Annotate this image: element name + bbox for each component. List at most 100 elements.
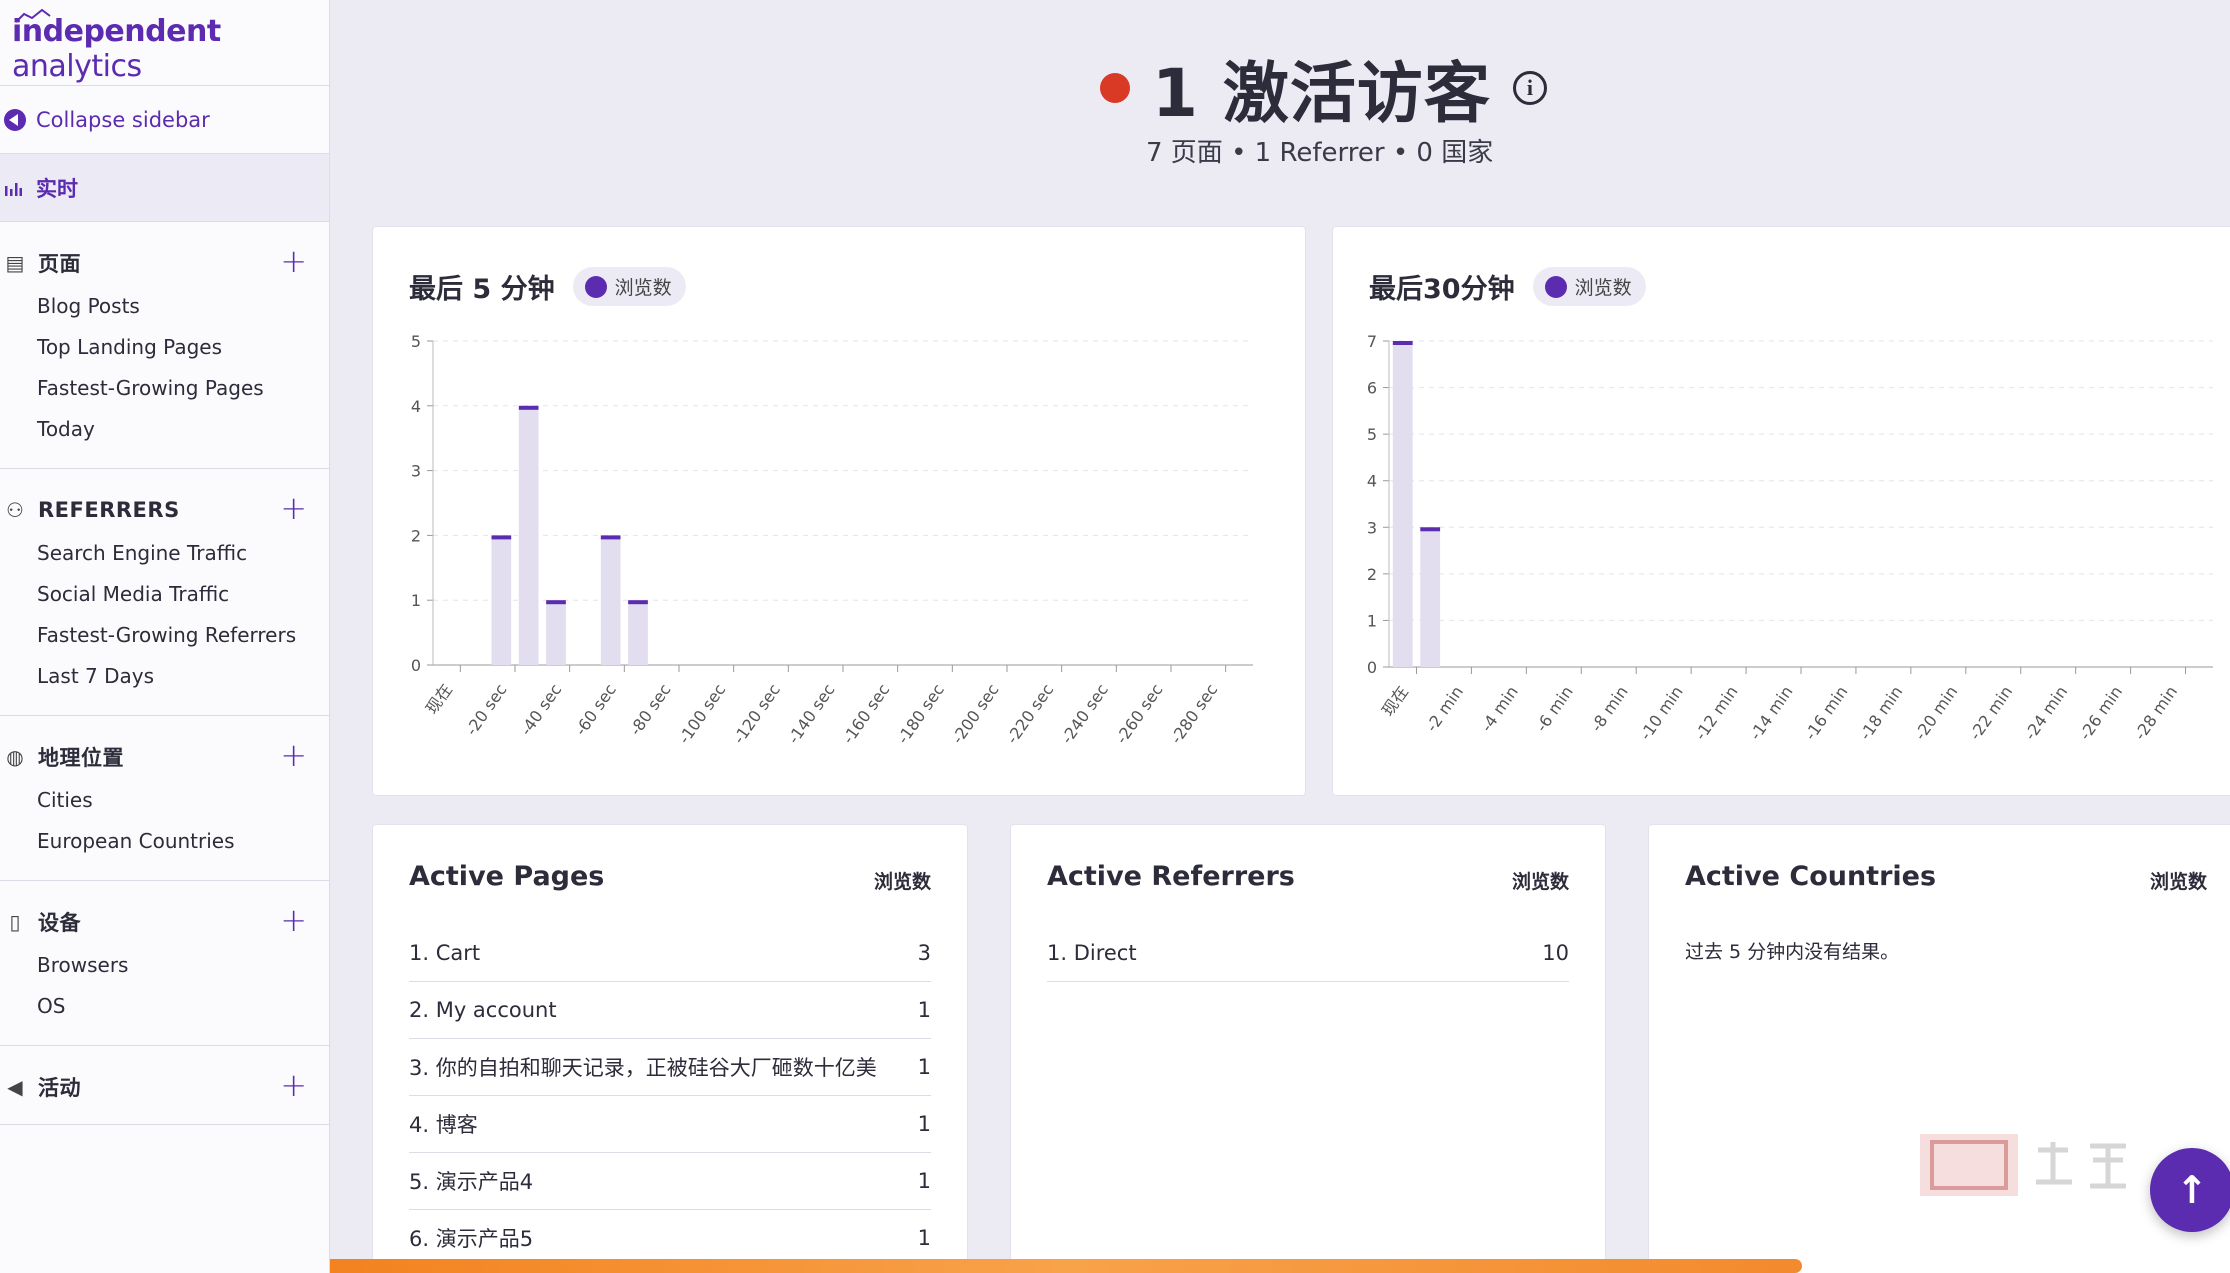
bar-cap [1420,527,1441,532]
bar[interactable] [491,535,512,665]
y-tick-label: 3 [1367,518,1377,537]
scroll-to-top-button[interactable]: ↑ [2150,1148,2230,1232]
sidebar-item[interactable]: European Countries [0,821,329,862]
sidebar-item[interactable]: Cities [0,780,329,821]
collapse-sidebar-label: Collapse sidebar [36,107,210,132]
x-tick-label: -140 sec [784,680,839,747]
x-tick-label: -160 sec [838,680,893,747]
sidebar-item[interactable]: Social Media Traffic [0,574,329,615]
logo-chart-icon [15,8,51,23]
y-tick-label: 4 [411,397,421,416]
add-report-plus-icon[interactable]: + [280,492,307,524]
sidebar-item[interactable]: Search Engine Traffic [0,533,329,574]
bar[interactable] [628,600,648,665]
active-countries-column-header: 浏览数 [2149,871,2207,893]
table-row[interactable]: 1. Cart 3 [409,925,931,982]
y-tick-label: 1 [411,591,421,610]
globe-icon: ◍ [6,745,24,769]
add-report-plus-icon[interactable]: + [280,739,307,771]
bar-cap [491,535,512,540]
chart-30min-legend[interactable]: 浏览数 [1532,267,1646,306]
row-name: 2. My account [409,998,557,1022]
bar-chart-icon [5,182,22,196]
device-icon: ▯ [9,910,21,934]
row-name: 4. 博客 [409,1113,478,1137]
x-tick-label: 现在 [422,680,456,717]
sidebar-item[interactable]: OS [0,986,329,1027]
sidebar-section-2: ◍ 地理位置 + Cities European Countries [0,716,329,881]
table-row[interactable]: 2. My account 1 [409,982,931,1039]
info-icon[interactable]: i [1512,71,1547,105]
loading-progress-bar [330,1259,1802,1273]
sidebar-item[interactable]: Today [0,409,329,450]
bar-cap [546,600,566,605]
add-report-plus-icon[interactable]: + [280,245,307,277]
sidebar-item-realtime-label: 实时 [36,176,78,201]
page-title: 1 激活访客 i [1100,40,1547,136]
bar[interactable] [518,405,539,665]
x-tick-label: -4 min [1477,682,1522,735]
sidebar-section-header[interactable]: ▯ 设备 + [0,904,329,937]
x-tick-label: -10 min [1636,682,1687,743]
add-report-plus-icon[interactable]: + [280,904,307,936]
sidebar-item-realtime[interactable]: 实时 [0,154,329,222]
sidebar-section-1: ⚇ REFERRERS + Search Engine Traffic Social M… [0,469,329,716]
x-tick-label: -180 sec [893,680,948,747]
row-value: 1 [917,1169,931,1193]
x-tick-label: -16 min [1801,682,1852,743]
add-report-plus-icon[interactable]: + [280,1069,307,1101]
table-row[interactable]: 4. 博客 1 [409,1096,931,1153]
sidebar-section-label: 活动 [38,1076,81,1100]
chart-card-5min: 0 1 2 3 4 5 现在 -20 sec -40 sec -60 sec -80 sec -100… [372,226,1306,796]
bar[interactable] [600,535,621,665]
bar[interactable] [1392,341,1413,667]
x-tick-label: -2 min [1422,682,1467,735]
row-name: 5. 演示产品4 [409,1170,534,1194]
sidebar-section-header[interactable]: ◀ 活动 + [0,1069,329,1102]
active-pages-card: Active Pages 浏览数 1. Cart 3 2. My account 1 3… [372,824,968,1273]
y-tick-label: 2 [411,526,421,545]
sidebar-section-label: 设备 [38,911,81,935]
chart-30min: 0 1 2 3 4 5 6 7 现在 -2 min -4 min -6 min -8 min -10 mi… [1367,332,2213,744]
bar[interactable] [546,600,566,665]
sidebar-item[interactable]: Browsers [0,945,329,986]
bar-cap [600,535,621,540]
sidebar-item[interactable]: Last 7 Days [0,656,329,697]
sidebar-section-header[interactable]: ◍ 地理位置 + [0,739,329,772]
megaphone-icon: ◀ [7,1075,23,1099]
sidebar-section-header[interactable]: ▤ 页面 + [0,245,329,278]
sidebar-section-header[interactable]: ⚇ REFERRERS + [0,492,329,525]
chart-5min-legend-label: 浏览数 [614,277,672,299]
x-tick-label: -240 sec [1057,680,1112,747]
y-tick-label: 2 [1367,565,1377,584]
x-tick-label: -18 min [1856,682,1907,743]
chart-30min-legend-label: 浏览数 [1574,277,1632,299]
row-value: 1 [917,1112,931,1136]
y-tick-label: 4 [1367,472,1377,491]
sidebar-item[interactable]: Top Landing Pages [0,327,329,368]
x-tick-label: -28 min [2130,682,2181,743]
sidebar-item[interactable]: Fastest-Growing Referrers [0,615,329,656]
x-tick-label: -120 sec [729,680,784,747]
table-row[interactable]: 3. 你的自拍和聊天记录，正被硅谷大厂砸数十亿美 1 [409,1039,931,1096]
sidebar-item[interactable]: Fastest-Growing Pages [0,368,329,409]
active-pages-title: Active Pages [409,861,605,892]
chart-5min-legend[interactable]: 浏览数 [572,267,686,306]
chart-30min-title: 最后30分钟 [1369,274,1515,305]
active-pages-list: 1. Cart 3 2. My account 1 3. 你的自拍和聊天记录，正被硅谷大… [409,925,931,1267]
logo[interactable]: independent analytics [0,0,329,86]
y-tick-label: 0 [1367,658,1377,677]
chart-5min-header: 最后 5 分钟 浏览数 [409,267,686,306]
x-tick-label: -280 sec [1166,680,1221,747]
x-tick-label: -24 min [2020,682,2071,743]
sidebar-section-label: 页面 [38,252,81,276]
table-row[interactable]: 1. Direct 10 [1047,925,1569,982]
sidebar-item[interactable]: Blog Posts [0,286,329,327]
chart-30min-header: 最后30分钟 浏览数 [1369,267,1646,306]
table-row[interactable]: 5. 演示产品4 1 [409,1153,931,1210]
collapse-sidebar-button[interactable]: Collapse sidebar [0,86,329,154]
y-tick-label: 3 [411,462,421,481]
active-visitors-title: 1 激活访客 [1152,55,1491,132]
bar[interactable] [1420,527,1441,667]
x-tick-label: -60 sec [571,680,620,739]
